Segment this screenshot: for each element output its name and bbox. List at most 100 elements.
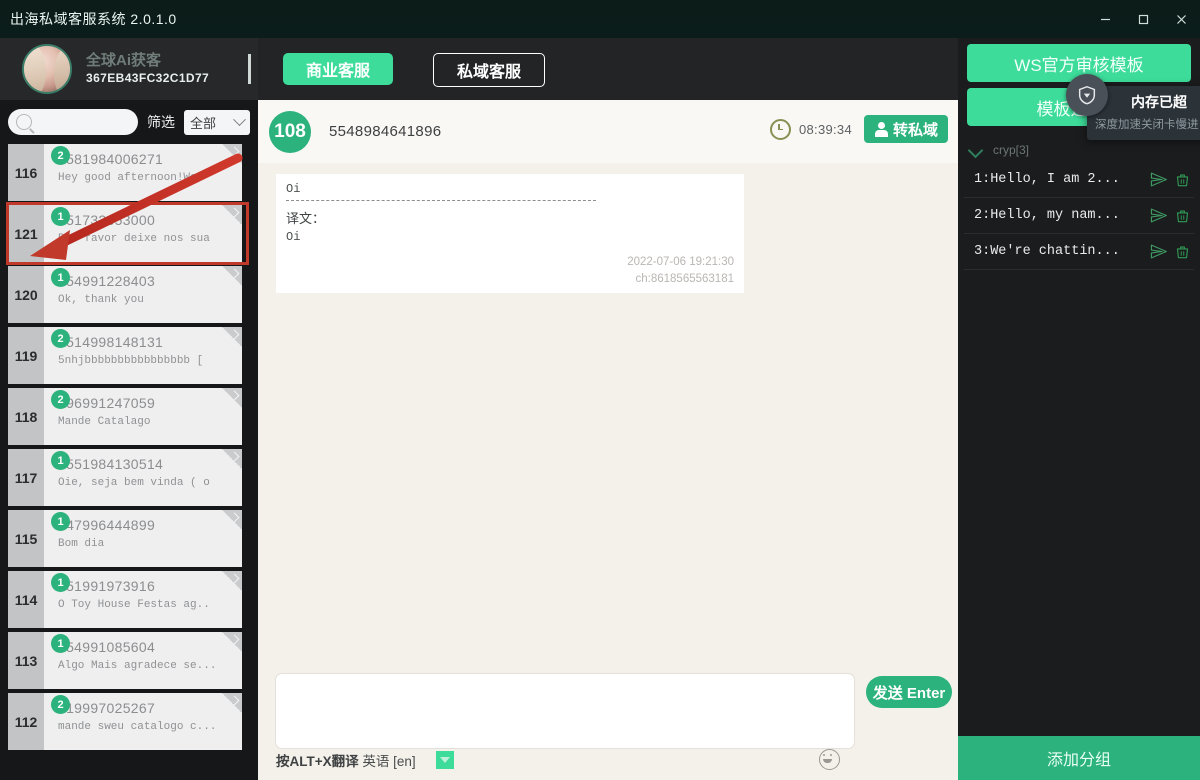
account-info: 全球Ai获客 367EB43FC32C1D77	[86, 52, 209, 85]
conversation-body: 554991228403 Ok, thank you 1	[44, 266, 242, 323]
conversation-phone: 551732653000	[58, 212, 156, 228]
chat-pane: 108 5548984641896 08:39:34 转私域 Oi 译文： Oi…	[258, 100, 958, 780]
delete-template-icon[interactable]	[1170, 208, 1194, 224]
avatar-hair-right	[54, 48, 70, 92]
chat-header: 108 5548984641896 08:39:34 转私域	[258, 100, 958, 163]
chevron-right-icon[interactable]	[222, 571, 242, 591]
message-channel: ch:8618565563181	[635, 272, 735, 285]
conversation-item[interactable]: 119 5514998148131 5nhjbbbbbbbbbbbbbbbb [2	[8, 327, 242, 384]
conversation-item[interactable]: 115 547996444899 Bom dia 1	[8, 510, 242, 567]
triangle-down-icon	[439, 757, 450, 763]
unread-badge: 1	[51, 451, 70, 470]
system-toast[interactable]: 内存已超 深度加速关闭卡慢进	[1066, 74, 1200, 140]
conversation-body: 551732653000 Por favor deixe nos sua 1	[44, 205, 242, 262]
unread-badge: 1	[51, 634, 70, 653]
filter-select[interactable]: 全部	[184, 109, 250, 135]
conversation-item[interactable]: 118 596991247059 Mande Catalago 2	[8, 388, 242, 445]
chevron-right-icon[interactable]	[222, 632, 242, 652]
shield-icon	[1066, 74, 1108, 116]
translate-hint-language: 英语 [en]	[362, 754, 416, 769]
chevron-right-icon[interactable]	[222, 510, 242, 530]
chevron-down-icon	[233, 112, 246, 126]
unread-badge: 1	[51, 573, 70, 592]
template-list: 1:Hello, I am 2... 2:Hello, my nam... 3:We…	[958, 162, 1200, 270]
conversation-snippet: Mande Catalago	[58, 416, 151, 428]
conversation-body: 5551984130514 Oie, seja bem vinda ( o 1	[44, 449, 242, 506]
send-template-icon[interactable]	[1146, 243, 1170, 260]
unread-badge: 1	[51, 207, 70, 226]
conversation-body: 5581984006271 Hey good afternoon!We 2	[44, 144, 242, 201]
message-meta: 2022-07-06 19:21:30 ch:8618565563181	[286, 254, 734, 287]
person-icon	[874, 121, 889, 137]
tab-private-service[interactable]: 私域客服	[433, 53, 545, 87]
send-button[interactable]: 发送 Enter	[866, 676, 952, 708]
chevron-right-icon[interactable]	[222, 449, 242, 469]
template-group-header[interactable]: cryp[3]	[958, 138, 1200, 162]
conversation-list[interactable]: 116 5581984006271 Hey good afternoon!We 2 12…	[0, 144, 258, 780]
clock-icon	[769, 118, 791, 140]
send-template-icon[interactable]	[1146, 171, 1170, 188]
transfer-to-private-button[interactable]: 转私域	[863, 115, 948, 143]
transfer-button-label: 转私域	[892, 121, 938, 139]
search-row: 筛选 全部	[0, 100, 258, 144]
avatar	[22, 44, 72, 94]
conversation-item[interactable]: 112 519997025267 mande sweu catalogo c... 2	[8, 693, 242, 750]
minimize-icon[interactable]	[1086, 0, 1124, 38]
conversation-item[interactable]: 117 5551984130514 Oie, seja bem vinda ( o 1	[8, 449, 242, 506]
close-icon[interactable]	[1162, 0, 1200, 38]
conversation-item[interactable]: 120 554991228403 Ok, thank you 1	[8, 266, 242, 323]
chat-header-actions: 08:39:34 转私域	[769, 115, 948, 143]
app-window: 出海私域客服系统 2.0.1.0 全球Ai获客 367EB43FC32C1D77	[0, 0, 1200, 780]
account-zone: 全球Ai获客 367EB43FC32C1D77	[0, 38, 258, 100]
template-text: 1:Hello, I am 2...	[974, 172, 1120, 187]
search-input[interactable]	[36, 114, 128, 130]
template-row[interactable]: 3:We're chattin...	[964, 234, 1194, 270]
conversation-snippet: 5nhjbbbbbbbbbbbbbbbb [	[58, 355, 204, 367]
vertical-divider	[248, 54, 251, 84]
sidebar: 筛选 全部 116 5581984006271 Hey good afternoon…	[0, 100, 258, 780]
delete-template-icon[interactable]	[1170, 172, 1194, 188]
conversation-phone: 5551984130514	[58, 456, 164, 472]
message-original-text: Oi	[286, 182, 301, 196]
avatar-hair-left	[24, 46, 46, 92]
conversation-phone: 554991228403	[58, 273, 156, 289]
conversation-phone: 547996444899	[58, 517, 156, 533]
chevron-right-icon[interactable]	[222, 266, 242, 286]
tab-business-service[interactable]: 商业客服	[283, 53, 393, 85]
chevron-right-icon[interactable]	[222, 388, 242, 408]
search-box[interactable]	[8, 109, 138, 135]
message-input-wrapper[interactable]	[276, 674, 854, 748]
message-input[interactable]	[276, 674, 854, 748]
conversation-item[interactable]: 114 551991973916 O Toy House Festas ag.. 1	[8, 571, 242, 628]
conversation-item[interactable]: 116 5581984006271 Hey good afternoon!We 2	[8, 144, 242, 201]
unread-badge: 2	[51, 695, 70, 714]
conversation-snippet: Por favor deixe nos sua	[58, 233, 210, 245]
conversation-item[interactable]: 121 551732653000 Por favor deixe nos sua 1	[8, 205, 242, 262]
composer-footer: 按ALT+X翻译 英语 [en]	[276, 748, 940, 772]
title-bar: 出海私域客服系统 2.0.1.0	[0, 0, 1200, 38]
conversation-snippet: Ok, thank you	[58, 294, 144, 306]
maximize-icon[interactable]	[1124, 0, 1162, 38]
conversation-snippet: Algo Mais agradece se...	[58, 660, 217, 672]
conversation-index: 115	[8, 510, 44, 567]
add-group-button[interactable]: 添加分组	[958, 736, 1200, 780]
conversation-index: 121	[8, 205, 44, 262]
unread-badge: 1	[51, 268, 70, 287]
template-row[interactable]: 2:Hello, my nam...	[964, 198, 1194, 234]
language-dropdown-button[interactable]	[435, 751, 454, 769]
template-row[interactable]: 1:Hello, I am 2...	[964, 162, 1194, 198]
chevron-right-icon[interactable]	[222, 327, 242, 347]
right-panel: WS官方审核模板 模板违禁词 cryp[3] 1:Hello, I am 2..…	[958, 38, 1200, 780]
chevron-right-icon[interactable]	[222, 144, 242, 164]
chevron-down-icon	[967, 142, 984, 158]
composer: 发送 Enter 按ALT+X翻译 英语 [en]	[258, 662, 958, 780]
template-text: 3:We're chattin...	[974, 244, 1120, 259]
delete-template-icon[interactable]	[1170, 244, 1194, 260]
template-group-name: cryp[3]	[993, 143, 1030, 157]
send-template-icon[interactable]	[1146, 207, 1170, 224]
window-controls	[1086, 0, 1200, 38]
chevron-right-icon[interactable]	[222, 205, 242, 225]
conversation-item[interactable]: 113 554991085604 Algo Mais agradece se... 1	[8, 632, 242, 689]
chevron-right-icon[interactable]	[222, 693, 242, 713]
emoji-icon[interactable]	[819, 749, 840, 770]
